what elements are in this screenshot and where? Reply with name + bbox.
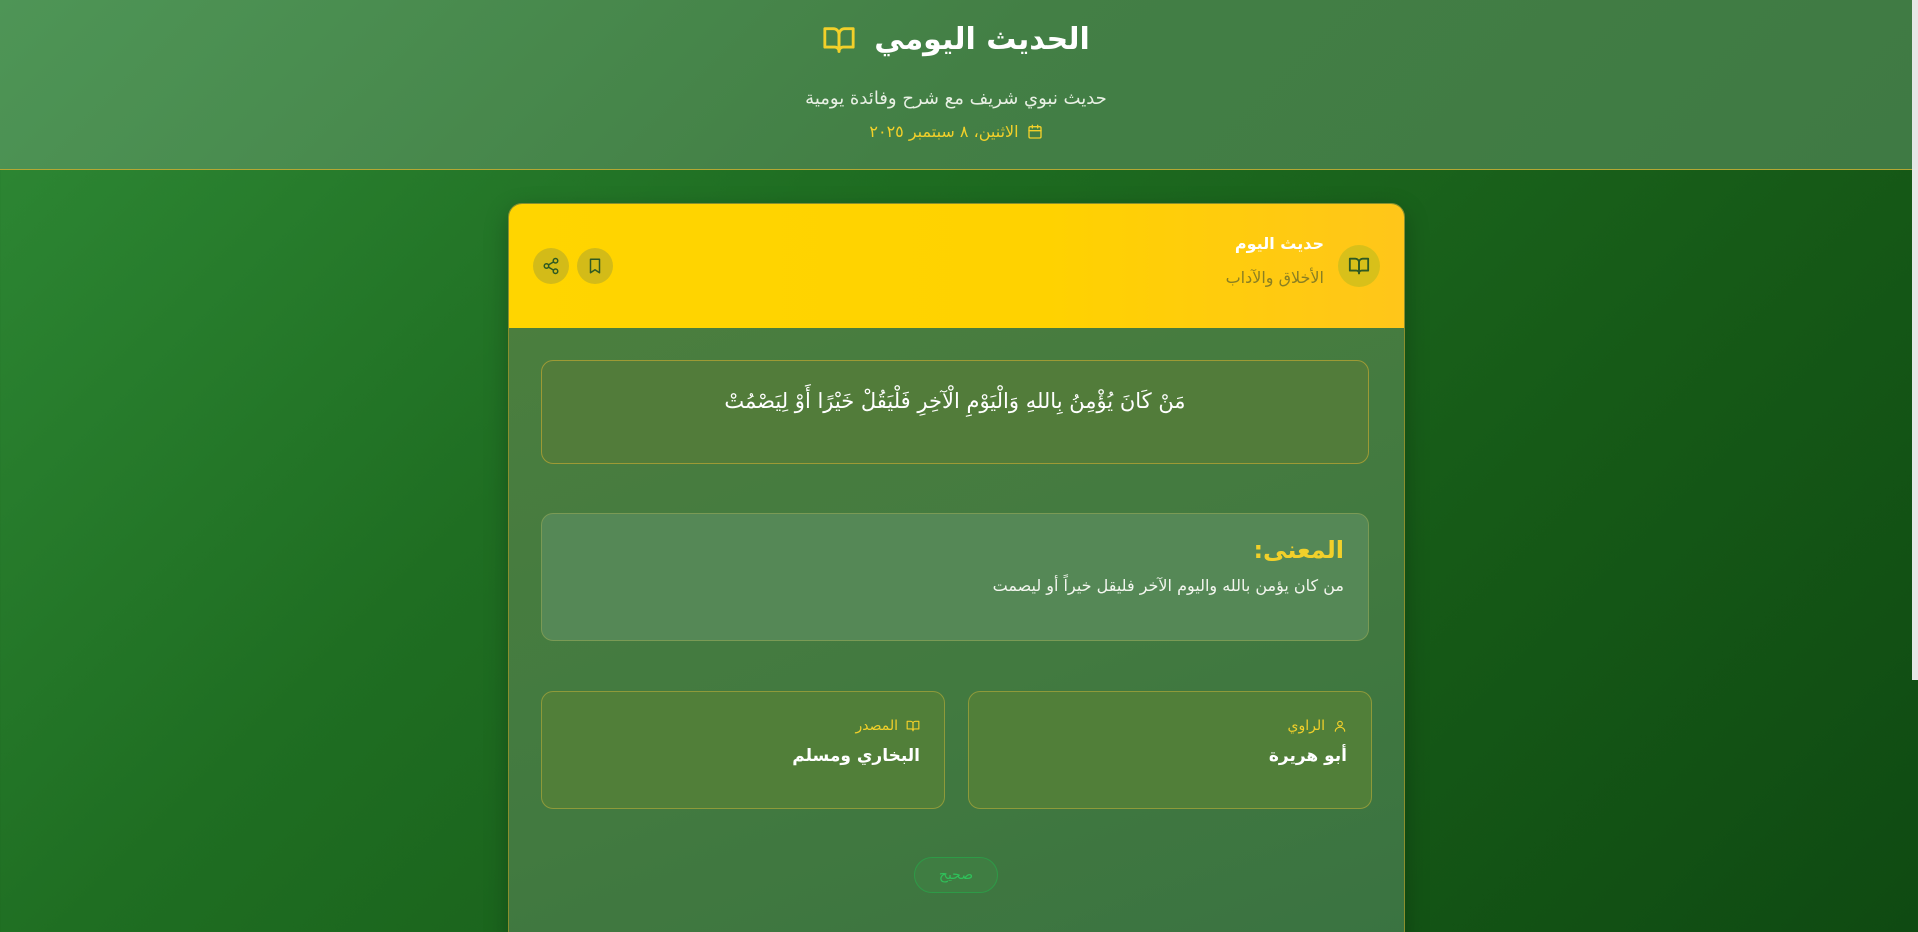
hadith-text: مَنْ كَانَ يُؤْمِنُ بِاللهِ وَالْيَوْمِ …	[724, 389, 1186, 413]
share-button[interactable]	[533, 248, 569, 284]
book-open-icon	[822, 23, 856, 57]
scrollbar[interactable]	[1912, 0, 1918, 680]
book-open-icon	[906, 719, 920, 733]
card-title: حديث اليوم	[1234, 234, 1324, 253]
source-label: المصدر	[855, 718, 899, 734]
date-display: الاثنين، ٨ سبتمبر ٢٠٢٥	[0, 122, 1912, 141]
source-box: المصدر البخاري ومسلم	[541, 691, 945, 809]
source-label-row: المصدر	[566, 718, 920, 734]
page-title: الحديث اليومي	[874, 22, 1090, 57]
card-category: الأخلاق والآداب	[1225, 268, 1324, 287]
meaning-box: المعنى: من كان يؤمن بالله واليوم الآخر ف…	[541, 513, 1369, 641]
narrator-value: أبو هريرة	[1268, 746, 1347, 766]
grade-badge: صحيح	[914, 857, 998, 893]
card-header: حديث اليوم الأخلاق والآداب	[509, 204, 1404, 328]
narrator-box: الراوي أبو هريرة	[968, 691, 1372, 809]
date-text: الاثنين، ٨ سبتمبر ٢٠٢٥	[869, 122, 1019, 141]
meaning-label: المعنى:	[1253, 536, 1344, 564]
meaning-text: من كان يؤمن بالله واليوم الآخر فليقل خير…	[992, 576, 1344, 595]
book-open-icon	[1338, 245, 1380, 287]
hadith-card: حديث اليوم الأخلاق والآداب مَنْ كَانَ يُ…	[508, 203, 1405, 932]
page-subtitle: حديث نبوي شريف مع شرح وفائدة يومية	[805, 88, 1107, 109]
hadith-text-box: مَنْ كَانَ يُؤْمِنُ بِاللهِ وَالْيَوْمِ …	[541, 360, 1369, 464]
source-value: البخاري ومسلم	[792, 746, 920, 766]
bookmark-button[interactable]	[577, 248, 613, 284]
calendar-icon	[1027, 124, 1043, 140]
share-icon	[542, 257, 560, 275]
narrator-label-row: الراوي	[993, 718, 1347, 734]
narrator-label: الراوي	[1287, 718, 1326, 734]
title-row: الحديث اليومي	[0, 22, 1912, 57]
bookmark-icon	[586, 257, 604, 275]
user-icon	[1333, 719, 1347, 733]
page-header: الحديث اليومي حديث نبوي شريف مع شرح وفائ…	[0, 0, 1912, 170]
